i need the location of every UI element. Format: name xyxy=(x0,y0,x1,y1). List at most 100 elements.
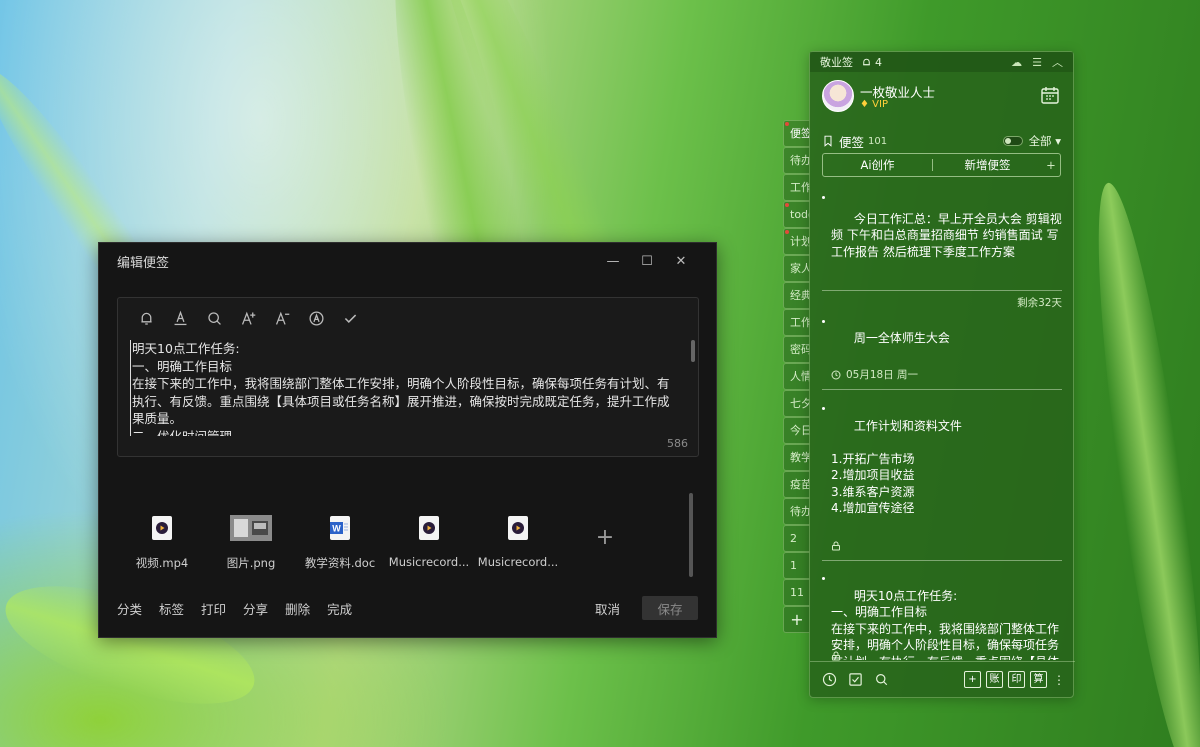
attachment-name: Musicrecord... xyxy=(477,555,559,569)
tab-today[interactable]: 今日 xyxy=(783,417,810,444)
checkbox-icon[interactable] xyxy=(846,671,864,689)
menu-icon[interactable]: ☰ xyxy=(1032,56,1042,69)
clock-icon[interactable] xyxy=(820,671,838,689)
tab-gifts[interactable]: 人情 xyxy=(783,363,810,390)
calculator-button[interactable]: 算 xyxy=(1030,671,1047,688)
new-note-plus-icon[interactable]: + xyxy=(1042,158,1060,172)
attachment-item[interactable]: Musicrecord... xyxy=(473,513,563,569)
collapse-icon[interactable]: ︿ xyxy=(1052,54,1063,70)
char-count: 586 xyxy=(667,437,688,450)
image-thumbnail-icon xyxy=(230,515,272,541)
attachment-item[interactable]: 图片.png xyxy=(206,513,296,571)
vip-badge: ♦ VIP xyxy=(860,99,888,110)
section-count: 101 xyxy=(868,135,888,147)
tab-plan[interactable]: 计划 xyxy=(783,228,810,255)
note-content-input[interactable]: 明天10点工作任务: 一、明确工作目标 在接下来的工作中，我将围绕部门整体工作安… xyxy=(130,340,678,436)
delete-button[interactable]: 删除 xyxy=(285,599,310,618)
list-item[interactable]: 周一全体师生大会 xyxy=(822,314,1062,364)
add-category-button[interactable]: + xyxy=(783,606,810,633)
tab-todo-en[interactable]: todo xyxy=(783,201,810,228)
list-item[interactable]: 明天10点工作任务: 一、明确工作目标 在接下来的工作中，我将围绕部门整体工作安… xyxy=(822,571,1062,660)
user-profile[interactable]: 一枚敬业人士 ♦ VIP xyxy=(822,80,1062,114)
note-actions: Ai创作 新增便签 + xyxy=(822,153,1061,177)
tab-vaccine[interactable]: 疫苗 xyxy=(783,471,810,498)
minimize-button[interactable]: — xyxy=(596,254,630,269)
remaining-days: 剩余32天 xyxy=(1017,296,1062,309)
filter-dropdown[interactable]: 全部 ▾ xyxy=(1029,133,1061,149)
add-button[interactable]: + xyxy=(964,671,981,688)
clear-format-icon[interactable] xyxy=(306,308,326,328)
category-tabs: 便签 待办 工作 todo 计划 家人 经典 工作 密码 人情 七夕 今日 教学… xyxy=(783,120,810,633)
maximize-button[interactable]: ☐ xyxy=(630,254,664,269)
list-item[interactable]: 工作计划和资料文件 1.开拓广告市场 2.增加项目收益 3.维系客户资源 4.增… xyxy=(822,401,1062,533)
attachment-name: 图片.png xyxy=(226,556,276,570)
note-editor: 明天10点工作任务: 一、明确工作目标 在接下来的工作中，我将围绕部门整体工作安… xyxy=(117,297,699,457)
avatar[interactable] xyxy=(822,80,854,112)
calendar-icon[interactable] xyxy=(1040,85,1060,105)
font-decrease-icon[interactable] xyxy=(272,308,292,328)
bookmark-icon xyxy=(824,135,832,147)
attachment-name: Musicrecord... xyxy=(388,555,470,569)
cancel-button[interactable]: 取消 xyxy=(595,599,620,618)
tag-button[interactable]: 标签 xyxy=(159,599,184,618)
checkmark-icon[interactable] xyxy=(340,308,360,328)
attachment-item[interactable]: Musicrecord... xyxy=(384,513,474,569)
new-note-button[interactable]: 新增便签 xyxy=(933,157,1042,173)
ai-create-button[interactable]: Ai创作 xyxy=(823,157,932,173)
attachment-name: 视频.mp4 xyxy=(135,556,189,570)
tab-classic[interactable]: 经典 xyxy=(783,282,810,309)
print-button[interactable]: 打印 xyxy=(201,599,226,618)
view-toggle[interactable] xyxy=(1002,136,1023,146)
tab-teaching[interactable]: 教学 xyxy=(783,444,810,471)
tab-2[interactable]: 2 xyxy=(783,525,810,552)
attachment-item[interactable]: W 教学资料.doc xyxy=(295,513,385,571)
audio-file-icon xyxy=(508,516,528,540)
search-icon[interactable] xyxy=(204,308,224,328)
tab-todo-2[interactable]: 待办 xyxy=(783,498,810,525)
notification-button[interactable]: 4 xyxy=(861,56,882,69)
text-color-icon[interactable] xyxy=(170,308,190,328)
svg-text:W: W xyxy=(332,524,341,534)
font-increase-icon[interactable] xyxy=(238,308,258,328)
panel-header[interactable]: 敬业签 4 ☁ ☰ ︿ xyxy=(810,52,1073,72)
cloud-sync-icon[interactable]: ☁ xyxy=(1011,56,1022,69)
tab-1[interactable]: 1 xyxy=(783,552,810,579)
note-list: 今日工作汇总：早上开全员大会 剪辑视频 下午和白总商量招商细节 约销售面试 写工… xyxy=(822,190,1062,660)
tab-11[interactable]: 11 xyxy=(783,579,810,606)
category-button[interactable]: 分类 xyxy=(117,599,142,618)
word-doc-icon: W xyxy=(330,516,350,540)
editor-title: 编辑便签 xyxy=(117,255,170,271)
video-file-icon xyxy=(152,516,172,540)
tab-todo[interactable]: 待办 xyxy=(783,147,810,174)
attachment-name: 教学资料.doc xyxy=(304,556,376,570)
save-button[interactable]: 保存 xyxy=(642,596,698,620)
list-item[interactable]: 今日工作汇总：早上开全员大会 剪辑视频 下午和白总商量招商细节 约销售面试 写工… xyxy=(822,190,1062,277)
tab-password[interactable]: 密码 xyxy=(783,336,810,363)
editor-footer: 分类 标签 打印 分享 删除 完成 取消 保存 xyxy=(117,595,698,621)
search-icon[interactable] xyxy=(872,671,890,689)
share-button[interactable]: 分享 xyxy=(243,599,268,618)
section-title: 便签 xyxy=(839,134,865,150)
clock-icon xyxy=(831,370,841,379)
attachment-scrollbar[interactable] xyxy=(689,493,693,577)
tab-notes[interactable]: 便签 xyxy=(783,120,810,147)
editor-scrollbar[interactable] xyxy=(691,340,695,362)
ledger-button[interactable]: 账 xyxy=(986,671,1003,688)
panel-footer: + 账 印 算 ⋮ xyxy=(810,661,1075,697)
sticky-note-panel: 敬业签 4 ☁ ☰ ︿ 一枚敬业人士 ♦ VIP 便签 101 全部 ▾ Ai创… xyxy=(809,51,1075,698)
add-attachment-button[interactable]: + xyxy=(595,525,615,550)
tab-work[interactable]: 工作 xyxy=(783,174,810,201)
close-button[interactable]: ✕ xyxy=(664,254,698,269)
print-button[interactable]: 印 xyxy=(1008,671,1025,688)
tab-work-2[interactable]: 工作 xyxy=(783,309,810,336)
tab-family[interactable]: 家人 xyxy=(783,255,810,282)
done-button[interactable]: 完成 xyxy=(327,599,352,618)
tab-qixi[interactable]: 七夕 xyxy=(783,390,810,417)
attachment-item[interactable]: 视频.mp4 xyxy=(117,513,207,571)
more-icon[interactable]: ⋮ xyxy=(1053,673,1065,687)
lock-icon xyxy=(822,536,1062,555)
attachment-list: 视频.mp4 图片.png W 教学资料.doc Musicrecord... … xyxy=(117,513,677,575)
bell-icon[interactable] xyxy=(136,308,156,328)
editor-titlebar[interactable]: 编辑便签 — ☐ ✕ xyxy=(99,243,716,279)
background-grass xyxy=(1078,178,1200,747)
